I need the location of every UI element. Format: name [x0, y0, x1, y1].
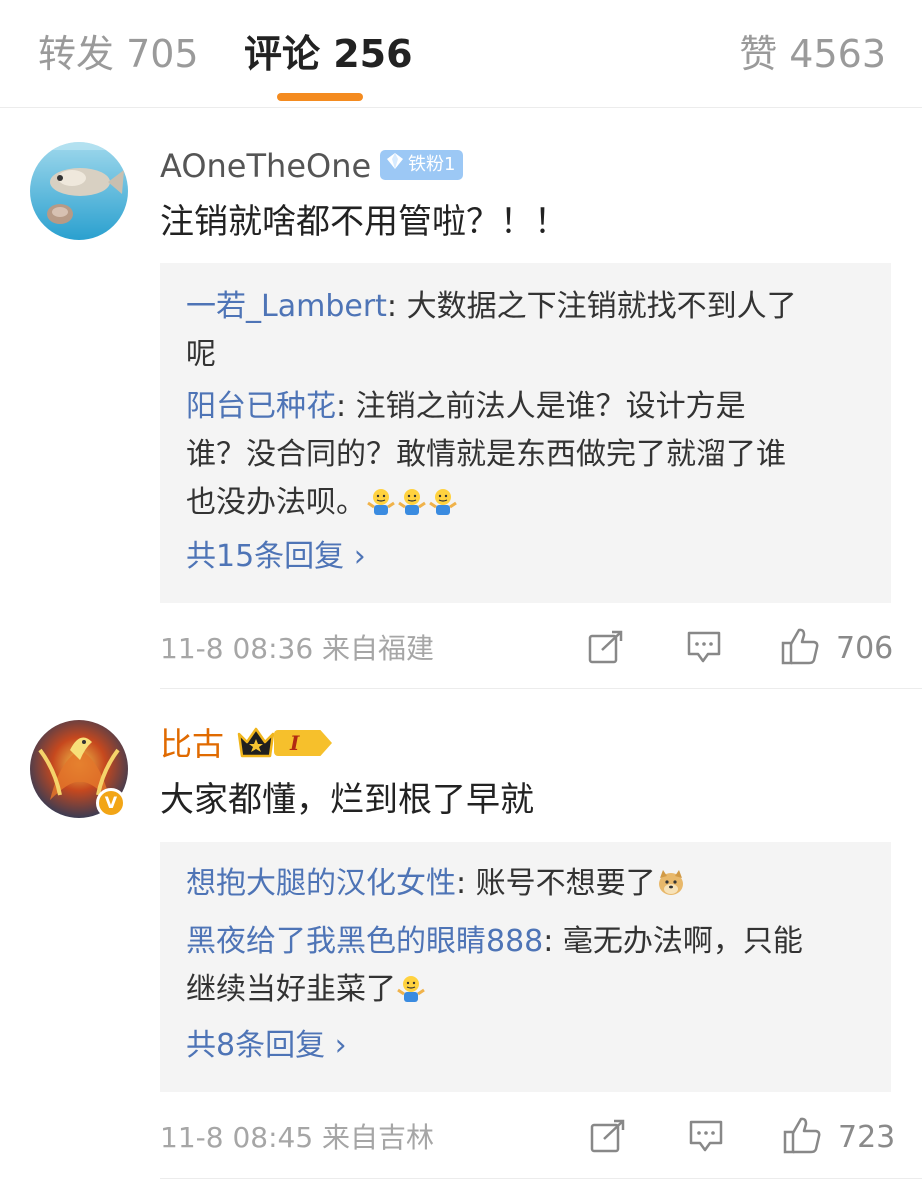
like-button[interactable]	[780, 626, 820, 670]
reply-text: : 大数据之下注销就找不到人了	[386, 289, 797, 324]
like-icon	[780, 626, 820, 670]
shrug-emoji	[366, 485, 459, 520]
repost-icon	[588, 630, 624, 668]
comment-location: 来自吉林	[322, 1121, 435, 1154]
reply-author[interactable]: 黑夜给了我黑色的眼睛888	[186, 924, 543, 959]
reply-item: 阳台已种花: 注销之前法人是谁？设计方是 谁？没合同的？敢情就是东西做完了就溜了…	[186, 383, 786, 527]
reply-text-cont: 呢	[186, 337, 216, 372]
reply-item: 想抱大腿的汉化女性: 账号不想要了	[186, 860, 687, 908]
crown-icon	[236, 724, 276, 764]
comment-icon	[686, 630, 722, 668]
divider	[160, 1178, 922, 1179]
tab-like[interactable]: 赞 4563	[739, 30, 886, 78]
reply-text-cont: 谁？没合同的？敢情就是东西做完了就溜了谁	[186, 437, 786, 472]
fan-badge: 铁粉1	[380, 150, 464, 180]
username[interactable]: 比古	[160, 722, 224, 766]
reply-author[interactable]: 阳台已种花	[186, 389, 336, 424]
view-more-replies-link[interactable]: 共8条回复 ›	[186, 1026, 347, 1066]
tab-repost[interactable]: 转发 705	[38, 30, 199, 78]
repost-icon	[590, 1119, 626, 1157]
reply-author[interactable]: 一若_Lambert	[186, 289, 387, 324]
like-icon	[782, 1115, 822, 1159]
reply-text-cont: 继续当好韭菜了	[186, 972, 396, 1007]
like-count: 723	[838, 1120, 896, 1155]
like-count: 706	[836, 631, 894, 666]
comment-time: 11-8 08:45	[160, 1121, 314, 1154]
shrug-emoji	[396, 972, 427, 1007]
comment-location: 来自福建	[322, 632, 435, 665]
doge-emoji	[656, 866, 687, 901]
reply-item: 黑夜给了我黑色的眼睛888: 毫无办法啊，只能 继续当好韭菜了	[186, 918, 803, 1014]
member-level-tag: I	[274, 730, 332, 756]
repost-button[interactable]	[588, 630, 624, 668]
divider	[160, 688, 922, 689]
active-tab-indicator	[277, 93, 363, 101]
member-level: I	[290, 731, 300, 755]
repost-button[interactable]	[590, 1119, 626, 1157]
like-button[interactable]	[782, 1115, 822, 1159]
reply-author[interactable]: 想抱大腿的汉化女性	[186, 866, 456, 901]
avatar[interactable]	[30, 142, 128, 240]
fan-badge-label: 铁粉1	[408, 154, 456, 175]
verified-badge: V	[96, 788, 126, 818]
username[interactable]: AOneTheOne	[160, 144, 371, 188]
comment-button[interactable]	[688, 1119, 724, 1157]
reply-item: 一若_Lambert: 大数据之下注销就找不到人了 呢	[186, 283, 797, 379]
member-badge: I	[236, 724, 334, 764]
comment-meta: 11-8 08:36 来自福建	[160, 630, 434, 668]
reply-text-cont: 也没办法呗。	[186, 485, 366, 520]
tab-bar: 转发 705 评论 256 赞 4563	[0, 0, 922, 108]
reply-text: : 注销之前法人是谁？设计方是	[336, 389, 746, 424]
reply-preview-box[interactable]: 一若_Lambert: 大数据之下注销就找不到人了 呢 阳台已种花: 注销之前法…	[160, 263, 891, 603]
diamond-icon	[386, 150, 404, 180]
comment-text: 注销就啥都不用管啦？！！	[160, 202, 568, 242]
comment-time: 11-8 08:36	[160, 632, 314, 665]
comment-button[interactable]	[686, 630, 722, 668]
view-more-replies-link[interactable]: 共15条回复 ›	[186, 537, 366, 577]
reply-text: : 账号不想要了	[456, 866, 656, 901]
comment-meta: 11-8 08:45 来自吉林	[160, 1119, 434, 1157]
comment-icon	[688, 1119, 724, 1157]
reply-preview-box[interactable]: 想抱大腿的汉化女性: 账号不想要了 黑夜给了我黑色的眼睛888: 毫无办法啊，只…	[160, 842, 891, 1092]
reply-text: : 毫无办法啊，只能	[543, 924, 803, 959]
comment-text: 大家都懂，烂到根了早就	[160, 780, 534, 820]
